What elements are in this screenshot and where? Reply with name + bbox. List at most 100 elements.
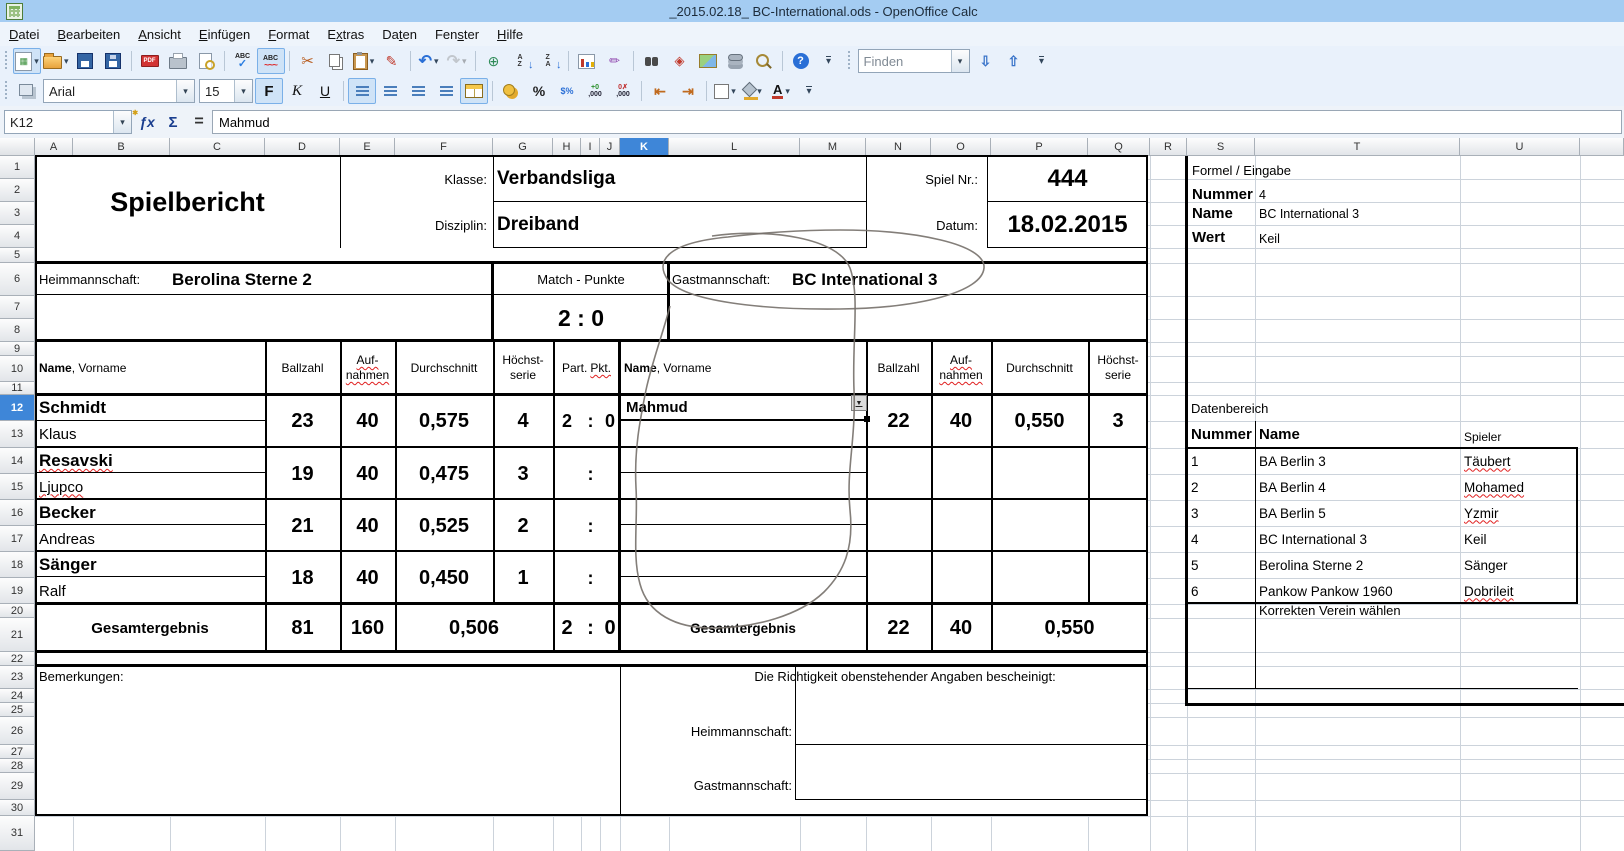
cell-bemerkungen-label[interactable]: Bemerkungen:: [39, 666, 259, 686]
header-name-left[interactable]: Name, Vorname: [39, 341, 261, 395]
cell-gast-signature-label[interactable]: Gastmannschaft:: [620, 774, 792, 796]
print-button[interactable]: [164, 48, 192, 74]
toolbar-overflow-button[interactable]: ▾: [795, 78, 823, 104]
chevron-down-icon[interactable]: ▾: [950, 50, 969, 72]
cell-gesamtergebnis-home-label[interactable]: Gesamtergebnis: [35, 604, 265, 652]
select-all-corner[interactable]: [0, 138, 35, 156]
cell-guest-player-1-serie[interactable]: 3: [1088, 395, 1148, 448]
cell-heim-signature-label[interactable]: Heimmannschaft:: [620, 720, 792, 742]
cell-guest-player-4-ballzahl[interactable]: [866, 552, 931, 604]
cell-datenbereich-title[interactable]: Datenbereich: [1191, 398, 1351, 418]
column-header-U[interactable]: U: [1460, 138, 1580, 156]
cell-home-player-1-ballzahl[interactable]: 23: [265, 395, 340, 448]
chevron-down-icon[interactable]: ▾: [176, 80, 194, 102]
row-header-1[interactable]: 1: [0, 156, 35, 179]
sort-descending-button[interactable]: ZA: [536, 48, 564, 74]
chevron-down-icon[interactable]: ▾: [64, 56, 69, 67]
cell-guest-player-3-serie[interactable]: [1088, 500, 1148, 552]
row-header-10[interactable]: 10: [0, 356, 35, 382]
cell-guest-player-4-durchschnitt[interactable]: [991, 552, 1088, 604]
cell-daten-row-2-spieler[interactable]: Mohamed: [1464, 474, 1576, 500]
row-header-16[interactable]: 16: [0, 500, 35, 526]
cell-home-player-1-serie[interactable]: 4: [493, 395, 553, 448]
row-header-4[interactable]: 4: [0, 225, 35, 248]
undo-button[interactable]: ↶ ▾: [415, 48, 443, 74]
menu-daten[interactable]: Daten: [373, 25, 426, 44]
row-header-27[interactable]: 27: [0, 745, 35, 759]
cell-daten-row-4-spieler[interactable]: Keil: [1464, 526, 1576, 552]
cut-button[interactable]: ✂: [294, 48, 322, 74]
export-pdf-button[interactable]: PDF: [136, 48, 164, 74]
cell-home-player-3-durchschnitt[interactable]: 0,525: [395, 500, 493, 552]
chevron-down-icon[interactable]: ▾: [757, 86, 762, 97]
cell-total-home-durchschnitt[interactable]: 0,506: [395, 604, 553, 652]
menu-einfügen[interactable]: Einfügen: [190, 25, 259, 44]
header-part-pkt[interactable]: Part. Pkt.: [553, 341, 620, 395]
align-justify-button[interactable]: [432, 78, 460, 104]
cell-daten-row-2-name[interactable]: BA Berlin 4: [1259, 474, 1454, 500]
toolbar-overflow-button[interactable]: ▾: [1028, 48, 1056, 74]
header-ballzahl-left[interactable]: Ballzahl: [265, 341, 340, 395]
header-serie-left[interactable]: Höchst-serie: [493, 341, 553, 395]
column-header-O[interactable]: O: [931, 138, 991, 156]
cell-home-player-1-last[interactable]: Schmidt: [39, 396, 261, 420]
cell-home-player-2-serie[interactable]: 3: [493, 448, 553, 500]
cell-guest-player-4-aufnahmen[interactable]: [931, 552, 991, 604]
cell-daten-row-1-nummer[interactable]: 1: [1191, 448, 1246, 474]
cell-daten-row-1-spieler[interactable]: Täubert: [1464, 448, 1576, 474]
add-decimal-place-button[interactable]: +0,000: [581, 78, 609, 104]
row-header-21[interactable]: 21: [0, 618, 35, 652]
cell-home-player-3-ballzahl[interactable]: 21: [265, 500, 340, 552]
cell-part-home-2[interactable]: [553, 448, 581, 500]
row-header-9[interactable]: 9: [0, 342, 35, 356]
column-header-Q[interactable]: Q: [1088, 138, 1150, 156]
gallery-button[interactable]: [694, 48, 722, 74]
menu-extras[interactable]: Extras: [318, 25, 373, 44]
help-button[interactable]: ?: [787, 48, 815, 74]
row-header-22[interactable]: 22: [0, 652, 35, 666]
cell-heimmannschaft-value[interactable]: Berolina Sterne 2: [172, 263, 472, 296]
auto-spellcheck-button[interactable]: ABC: [256, 48, 285, 74]
cell-daten-row-4-nummer[interactable]: 4: [1191, 526, 1246, 552]
new-document-button[interactable]: ▦ ▾: [13, 48, 41, 74]
formula-button[interactable]: =: [186, 111, 212, 133]
column-header-F[interactable]: F: [395, 138, 493, 156]
find-next-button[interactable]: ⇩: [972, 48, 1000, 74]
zoom-button[interactable]: [750, 48, 778, 74]
row-header-29[interactable]: 29: [0, 773, 35, 800]
background-color-button[interactable]: ▾: [739, 78, 767, 104]
cell-home-player-4-aufnahmen[interactable]: 40: [340, 552, 395, 604]
cell-home-player-2-last[interactable]: Resavski: [39, 449, 261, 473]
row-header-14[interactable]: 14: [0, 448, 35, 474]
menu-bearbeiten[interactable]: Bearbeiten: [48, 25, 129, 44]
spellcheck-button[interactable]: ABC: [229, 48, 257, 74]
underline-button[interactable]: U: [311, 78, 339, 104]
cell-match-score[interactable]: 2 : 0: [493, 296, 669, 341]
column-header-K[interactable]: K: [620, 138, 669, 156]
cell-total-part-colon[interactable]: :: [581, 604, 600, 652]
chevron-down-icon[interactable]: ▾: [234, 80, 252, 102]
cell-guest-player-3-ballzahl[interactable]: [866, 500, 931, 552]
delete-decimal-place-button[interactable]: 0✗ ,000: [609, 78, 637, 104]
row-header-31[interactable]: 31: [0, 816, 35, 851]
column-header-D[interactable]: D: [265, 138, 340, 156]
cell-daten-row-3-name[interactable]: BA Berlin 5: [1259, 500, 1454, 526]
cell-home-player-1-durchschnitt[interactable]: 0,575: [395, 395, 493, 448]
increase-indent-button[interactable]: ⇥: [674, 78, 702, 104]
cell-part-home-1[interactable]: 2: [553, 395, 581, 448]
row-header-25[interactable]: 25: [0, 703, 35, 717]
cell-disziplin-value[interactable]: Dreiband: [497, 202, 827, 248]
cell-daten-header-spieler[interactable]: Spieler: [1464, 426, 1574, 448]
row-header-20[interactable]: 20: [0, 604, 35, 618]
row-header-12[interactable]: 12: [0, 395, 35, 421]
cell-gastmannschaft-label[interactable]: Gastmannschaft:: [672, 263, 790, 296]
italic-button[interactable]: K: [283, 78, 311, 104]
bold-button[interactable]: F: [255, 78, 283, 104]
chevron-down-icon[interactable]: ▾: [34, 56, 39, 67]
row-header-7[interactable]: 7: [0, 296, 35, 319]
column-header-T[interactable]: T: [1255, 138, 1460, 156]
chevron-down-icon[interactable]: ▾: [434, 56, 439, 67]
cell-formel-wert-value[interactable]: Keil: [1259, 231, 1459, 247]
header-name-right[interactable]: Name, Vorname: [624, 341, 862, 395]
data-sources-button[interactable]: [722, 48, 750, 74]
